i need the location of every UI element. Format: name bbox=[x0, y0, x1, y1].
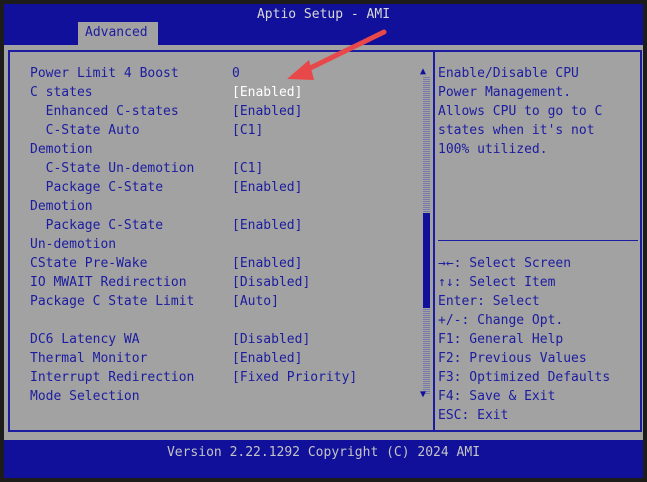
annotation-arrow-icon bbox=[287, 29, 387, 80]
